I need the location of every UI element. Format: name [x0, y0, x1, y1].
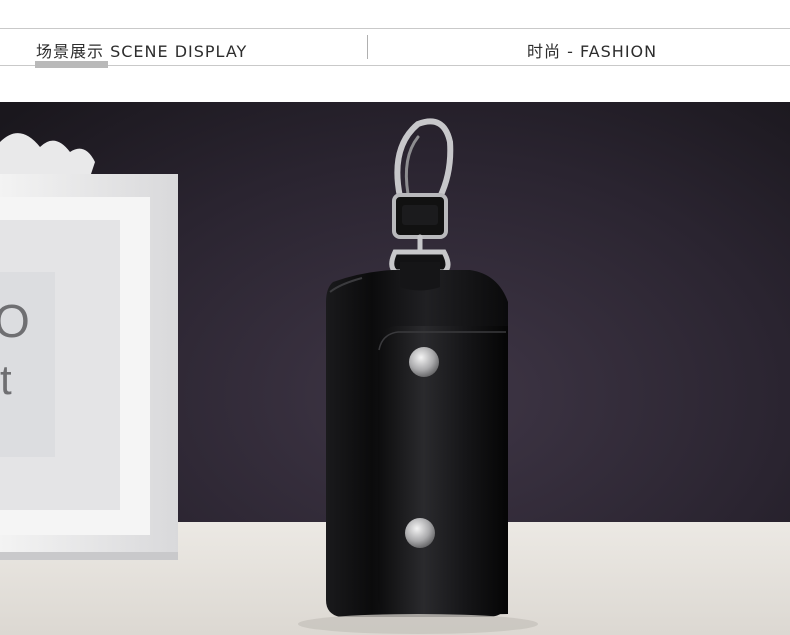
wallet-flap: [378, 326, 508, 616]
scene-display-title: 场景展示 SCENE DISPLAY: [36, 42, 248, 61]
frame-letter-t: t: [0, 356, 12, 403]
wallet-shadow: [298, 614, 538, 634]
snap-button-bottom: [405, 518, 435, 548]
frame-letter-o: O: [0, 295, 30, 347]
title-underline: [35, 61, 108, 68]
product-photo: O t: [0, 102, 790, 635]
snap-button-top: [409, 347, 439, 377]
header-divider: [367, 35, 368, 59]
picture-frame: O t: [0, 133, 178, 560]
fashion-title: 时尚 - FASHION: [527, 42, 658, 61]
section-header: 场景展示 SCENE DISPLAY 时尚 - FASHION: [0, 28, 790, 66]
leather-key-wallet: [326, 262, 508, 617]
